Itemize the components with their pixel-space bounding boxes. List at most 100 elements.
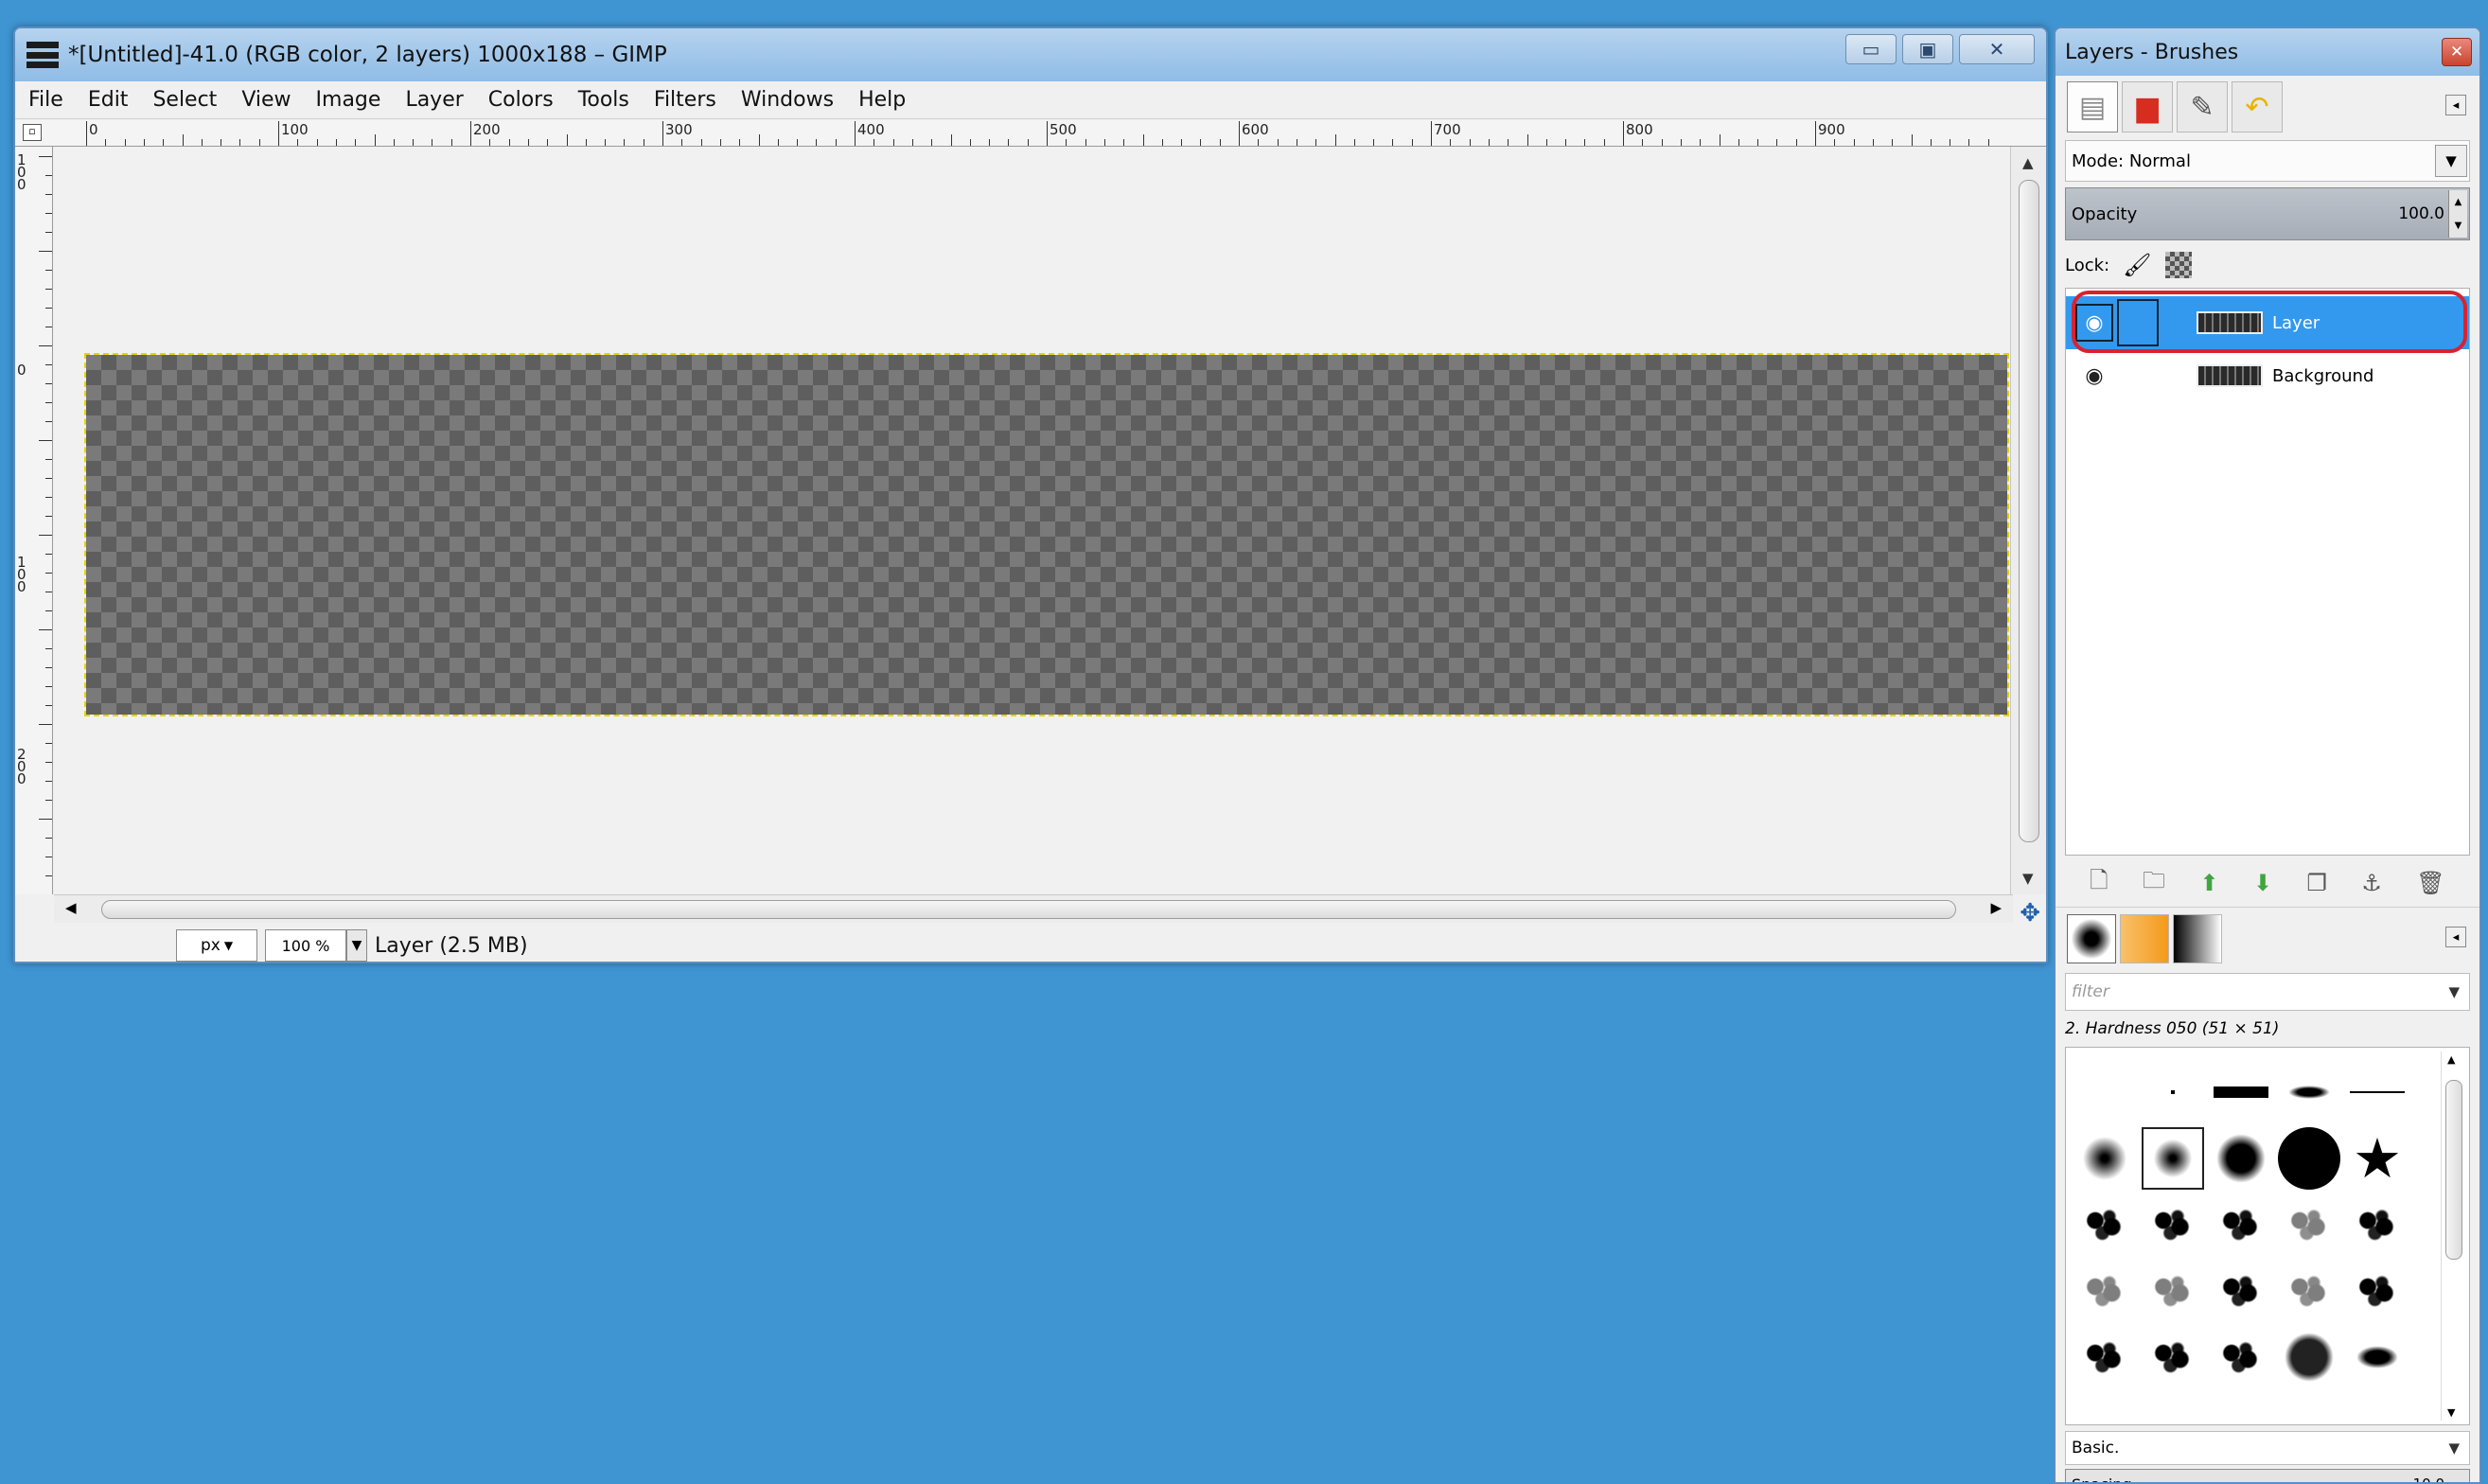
tab-gradients[interactable] [2173, 913, 2222, 963]
menu-file[interactable]: File [28, 88, 63, 112]
brush-item[interactable] [2344, 1192, 2410, 1258]
brush-filter-input[interactable]: filter ▼ [2065, 973, 2470, 1011]
brush-item[interactable]: ★ [2344, 1125, 2410, 1192]
lock-alpha-icon[interactable] [2164, 252, 2192, 278]
opacity-spinner[interactable]: ▲ ▼ [2448, 190, 2467, 238]
brush-preset-select[interactable]: Basic. ▼ [2065, 1431, 2470, 1465]
menu-edit[interactable]: Edit [88, 88, 129, 112]
brush-item[interactable] [2072, 1125, 2138, 1192]
brush-item[interactable] [2276, 1258, 2342, 1324]
brush-item-selected[interactable] [2140, 1125, 2206, 1192]
brush-item[interactable] [2208, 1192, 2274, 1258]
chevron-down-icon[interactable]: ▼ [2448, 1440, 2460, 1457]
mode-select[interactable]: Mode: Normal ▼ [2065, 140, 2470, 182]
tab-menu-button[interactable]: ◂ [2445, 95, 2466, 115]
brush-item[interactable] [2344, 1258, 2410, 1324]
brush-scrollbar[interactable]: ▲ ▼ [2441, 1051, 2465, 1421]
brush-item[interactable] [2276, 1059, 2342, 1125]
brush-item[interactable] [2140, 1324, 2206, 1390]
lock-pixels-icon[interactable]: 🖌 [2123, 252, 2151, 278]
brush-item[interactable] [2140, 1192, 2206, 1258]
unit-select[interactable]: px ▼ [176, 929, 257, 962]
zoom-dropdown-button[interactable]: ▼ [346, 929, 367, 962]
layer-name[interactable]: Background [2272, 366, 2373, 386]
brush-item[interactable] [2276, 1192, 2342, 1258]
vertical-scrollbar[interactable]: ▲ ▼ [2010, 147, 2046, 894]
lock-label: Lock: [2065, 255, 2110, 275]
new-layer-group-icon[interactable]: 🗀 [2143, 864, 2165, 903]
tab-patterns[interactable] [2120, 913, 2169, 963]
tab-undo-history[interactable]: ↶ [2232, 81, 2283, 132]
navigate-icon[interactable]: ✥ [2020, 899, 2040, 928]
quick-mask-toggle-icon[interactable]: ▫ [23, 124, 42, 141]
anchor-layer-icon[interactable]: ⚓ [2361, 870, 2382, 896]
new-layer-icon[interactable]: 🗋 [2090, 864, 2108, 903]
ruler-major-tick [278, 121, 279, 146]
maximize-button[interactable]: ▣ [1902, 34, 1953, 64]
menu-colors[interactable]: Colors [488, 88, 554, 112]
menu-filters[interactable]: Filters [654, 88, 716, 112]
menu-layer[interactable]: Layer [405, 88, 463, 112]
ruler-minor-tick [1392, 139, 1394, 146]
delete-layer-icon[interactable]: 🗑 [2416, 870, 2444, 896]
menu-windows[interactable]: Windows [741, 88, 834, 112]
duplicate-layer-icon[interactable]: ❐ [2306, 870, 2327, 896]
brush-item[interactable] [2072, 1258, 2138, 1324]
tab-menu-button[interactable]: ◂ [2445, 927, 2466, 947]
horizontal-scrollbar[interactable]: ◀ ▶ [54, 894, 2013, 923]
brush-item[interactable] [2072, 1324, 2138, 1390]
tab-brushes[interactable] [2067, 913, 2116, 963]
brush-item[interactable] [2276, 1324, 2342, 1390]
window-titlebar[interactable]: *[Untitled]-41.0 (RGB color, 2 layers) 1… [15, 28, 2046, 81]
ruler-minor-tick [39, 535, 52, 536]
brush-item[interactable] [2140, 1258, 2206, 1324]
chevron-down-icon[interactable]: ▼ [2448, 983, 2460, 1000]
brush-item[interactable] [2208, 1125, 2274, 1192]
brush-scroll-thumb[interactable] [2445, 1080, 2462, 1260]
layer-row-background[interactable]: ◉ Background [2066, 349, 2469, 402]
dock-title: Layers - Brushes [2065, 40, 2239, 64]
minimize-button[interactable]: ▭ [1845, 34, 1897, 64]
horizontal-ruler[interactable]: ▫ 0 100 200 300 400 500 600 700 800 900 [15, 120, 2046, 147]
brush-item[interactable] [2344, 1059, 2410, 1125]
raise-layer-icon[interactable]: ⬆ [2199, 870, 2218, 896]
menu-help[interactable]: Help [858, 88, 906, 112]
mode-dropdown-button[interactable]: ▼ [2435, 145, 2467, 177]
brush-item[interactable] [2276, 1125, 2342, 1192]
menu-image[interactable]: Image [316, 88, 381, 112]
scroll-left-icon[interactable]: ◀ [65, 899, 77, 916]
horizontal-scroll-thumb[interactable] [101, 900, 1956, 919]
tab-layers[interactable]: ▤ [2067, 81, 2118, 132]
scroll-down-icon[interactable]: ▼ [2022, 870, 2034, 887]
menu-view[interactable]: View [241, 88, 291, 112]
brush-item[interactable] [2208, 1059, 2274, 1125]
layers-list[interactable]: ◉ Layer ◉ Background [2065, 288, 2470, 856]
brush-item[interactable] [2208, 1324, 2274, 1390]
brush-grid[interactable]: ★ ▲ ▼ [2065, 1047, 2470, 1425]
close-button[interactable]: ✕ [1959, 34, 2035, 64]
zoom-input[interactable]: 100 % [265, 929, 346, 962]
brush-item[interactable] [2344, 1324, 2410, 1390]
scroll-right-icon[interactable]: ▶ [1990, 899, 2002, 916]
brush-item[interactable] [2072, 1059, 2138, 1125]
canvas-area[interactable] [54, 147, 2013, 894]
spacing-slider[interactable]: Spacing 10.0 [2065, 1469, 2470, 1482]
menu-tools[interactable]: Tools [578, 88, 629, 112]
transparent-layer-image[interactable] [84, 353, 2009, 716]
dock-titlebar[interactable]: Layers - Brushes ✕ [2056, 28, 2479, 76]
opacity-slider[interactable]: Opacity 100.0 ▲ ▼ [2065, 187, 2470, 240]
tab-paths[interactable]: ✎ [2177, 81, 2228, 132]
scroll-up-icon[interactable]: ▲ [2022, 154, 2034, 171]
lower-layer-icon[interactable]: ⬇ [2253, 870, 2272, 896]
brush-item[interactable] [2140, 1059, 2206, 1125]
brush-item[interactable] [2072, 1192, 2138, 1258]
menu-select[interactable]: Select [152, 88, 217, 112]
dock-close-button[interactable]: ✕ [2442, 38, 2472, 66]
visibility-eye-icon[interactable]: ◉ [2075, 357, 2113, 395]
ruler-minor-tick [1123, 139, 1125, 146]
link-chain-toggle[interactable] [2117, 352, 2159, 399]
vertical-ruler[interactable]: 100 0 100 200 [15, 147, 53, 894]
brush-item[interactable] [2208, 1258, 2274, 1324]
tab-channels[interactable]: ▆ [2122, 81, 2173, 132]
vertical-scroll-thumb[interactable] [2019, 180, 2039, 842]
